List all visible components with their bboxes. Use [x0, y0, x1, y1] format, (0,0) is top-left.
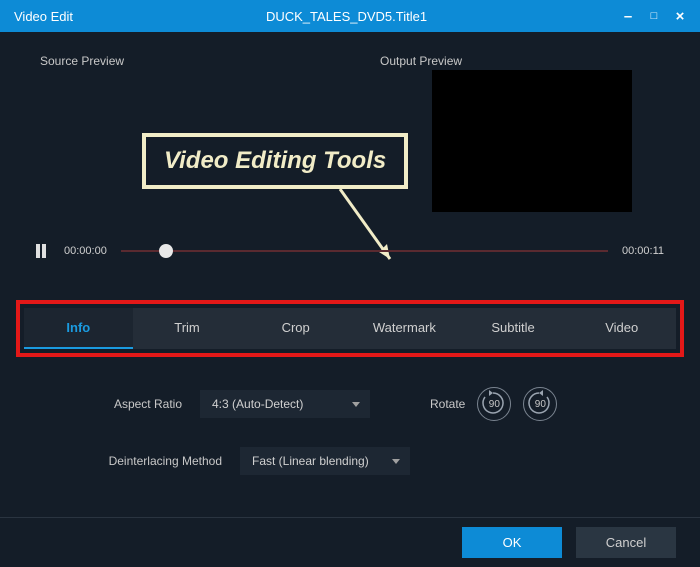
tab-crop[interactable]: Crop — [241, 308, 350, 349]
aspect-ratio-label: Aspect Ratio — [80, 397, 200, 411]
rotate-label: Rotate — [430, 397, 465, 411]
deinterlace-select[interactable]: Fast (Linear blending) — [240, 447, 410, 475]
video-edit-window: Video Edit DUCK_TALES_DVD5.Title1 – □ × … — [0, 0, 700, 567]
tabs-highlight-box: Info Trim Crop Watermark Subtitle Video — [16, 300, 684, 357]
playback-time-start: 00:00:00 — [64, 245, 107, 257]
output-preview-label: Output Preview — [380, 54, 660, 68]
rotate-ccw-button[interactable]: 90 — [477, 387, 511, 421]
playback-time-end: 00:00:11 — [622, 245, 664, 257]
aspect-ratio-row: Aspect Ratio 4:3 (Auto-Detect) Rotate 90 — [80, 387, 620, 421]
deinterlace-row: Deinterlacing Method Fast (Linear blendi… — [80, 447, 620, 475]
aspect-ratio-select[interactable]: 4:3 (Auto-Detect) — [200, 390, 370, 418]
rotate-controls: Rotate 90 90 — [430, 387, 557, 421]
rotate-ccw-value: 90 — [489, 399, 500, 410]
tab-video[interactable]: Video — [567, 308, 676, 349]
cancel-button[interactable]: Cancel — [576, 527, 676, 558]
playback-track[interactable] — [121, 250, 608, 252]
preview-area: Video Editing Tools — [0, 76, 700, 236]
tab-trim[interactable]: Trim — [133, 308, 242, 349]
callout-box: Video Editing Tools — [142, 133, 408, 189]
source-preview-label: Source Preview — [40, 54, 380, 68]
tab-subtitle[interactable]: Subtitle — [459, 308, 568, 349]
tabs: Info Trim Crop Watermark Subtitle Video — [24, 308, 676, 349]
rotate-cw-button[interactable]: 90 — [523, 387, 557, 421]
close-icon[interactable]: × — [672, 8, 688, 24]
deinterlace-label: Deinterlacing Method — [80, 454, 240, 468]
minimize-icon[interactable]: – — [620, 8, 636, 24]
tab-info[interactable]: Info — [24, 308, 133, 349]
footer: OK Cancel — [0, 517, 700, 567]
info-settings-panel: Aspect Ratio 4:3 (Auto-Detect) Rotate 90 — [0, 377, 700, 475]
window-title: Video Edit — [0, 9, 73, 24]
ok-button[interactable]: OK — [462, 527, 562, 558]
rotate-cw-value: 90 — [535, 399, 546, 410]
arrow-icon — [335, 184, 405, 274]
tab-watermark[interactable]: Watermark — [350, 308, 459, 349]
output-preview-viewport — [432, 70, 632, 212]
pause-icon[interactable] — [36, 244, 54, 258]
playback-thumb[interactable] — [159, 244, 173, 258]
filename-label: DUCK_TALES_DVD5.Title1 — [73, 9, 620, 24]
titlebar: Video Edit DUCK_TALES_DVD5.Title1 – □ × — [0, 0, 700, 32]
window-controls: – □ × — [620, 8, 700, 24]
callout-text: Video Editing Tools — [164, 147, 386, 174]
maximize-icon[interactable]: □ — [646, 8, 662, 24]
